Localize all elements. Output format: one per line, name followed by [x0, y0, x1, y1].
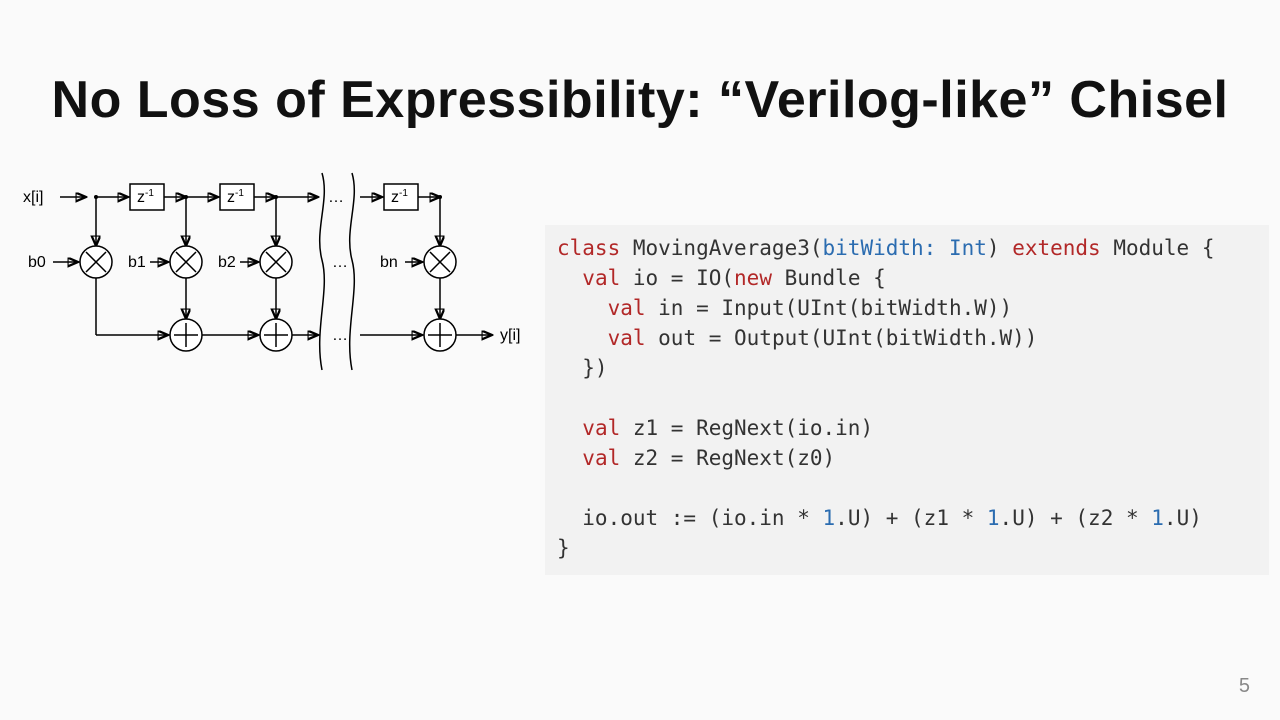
multiplier-b0 — [80, 246, 112, 278]
svg-text:…: … — [328, 189, 344, 206]
adder-2 — [260, 319, 292, 351]
svg-text:…: … — [332, 327, 348, 344]
slide-title: No Loss of Expressibility: “Verilog-like… — [0, 70, 1280, 130]
diagram-input-label: x[i] — [23, 189, 43, 206]
svg-text:b2: b2 — [218, 254, 236, 271]
svg-text:bn: bn — [380, 254, 398, 271]
svg-text:b0: b0 — [28, 254, 46, 271]
multiplier-b2 — [260, 246, 292, 278]
multiplier-b1 — [170, 246, 202, 278]
svg-text:b1: b1 — [128, 254, 146, 271]
svg-text:…: … — [332, 254, 348, 271]
multiplier-bn — [424, 246, 456, 278]
code-block: class MovingAverage3(bitWidth: Int) exte… — [545, 225, 1269, 575]
fir-filter-diagram: x[i] z-1 z-1 … z-1 — [20, 170, 540, 380]
adder-n — [424, 319, 456, 351]
diagram-output-label: y[i] — [500, 327, 520, 344]
adder-1 — [170, 319, 202, 351]
page-number: 5 — [1239, 675, 1250, 698]
